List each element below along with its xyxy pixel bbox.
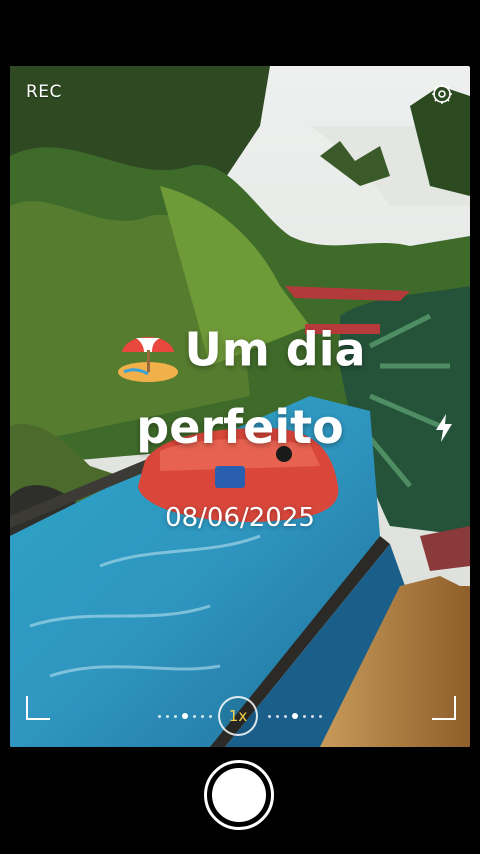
frame-corner-bottom-right [432,696,456,720]
zoom-scale-right[interactable] [268,713,322,719]
headline-text-1: Um dia [184,322,366,377]
flash-icon[interactable] [432,412,456,444]
headline-line-2: perfeito [136,400,344,454]
zoom-scale-left[interactable] [158,713,212,719]
date-stamp: 08/06/2025 [165,503,315,533]
rec-indicator: REC [26,82,62,102]
beach-umbrella-icon [118,337,179,382]
settings-icon[interactable] [430,82,454,106]
shutter-button[interactable] [204,760,274,830]
shutter-inner [212,768,266,822]
zoom-button[interactable]: 1x [218,696,258,736]
camera-overlay: REC Um dia perfeito 08/06/2025 1x [0,0,480,854]
frame-corner-bottom-left [26,696,50,720]
headline-line-1: Um dia [0,322,480,384]
